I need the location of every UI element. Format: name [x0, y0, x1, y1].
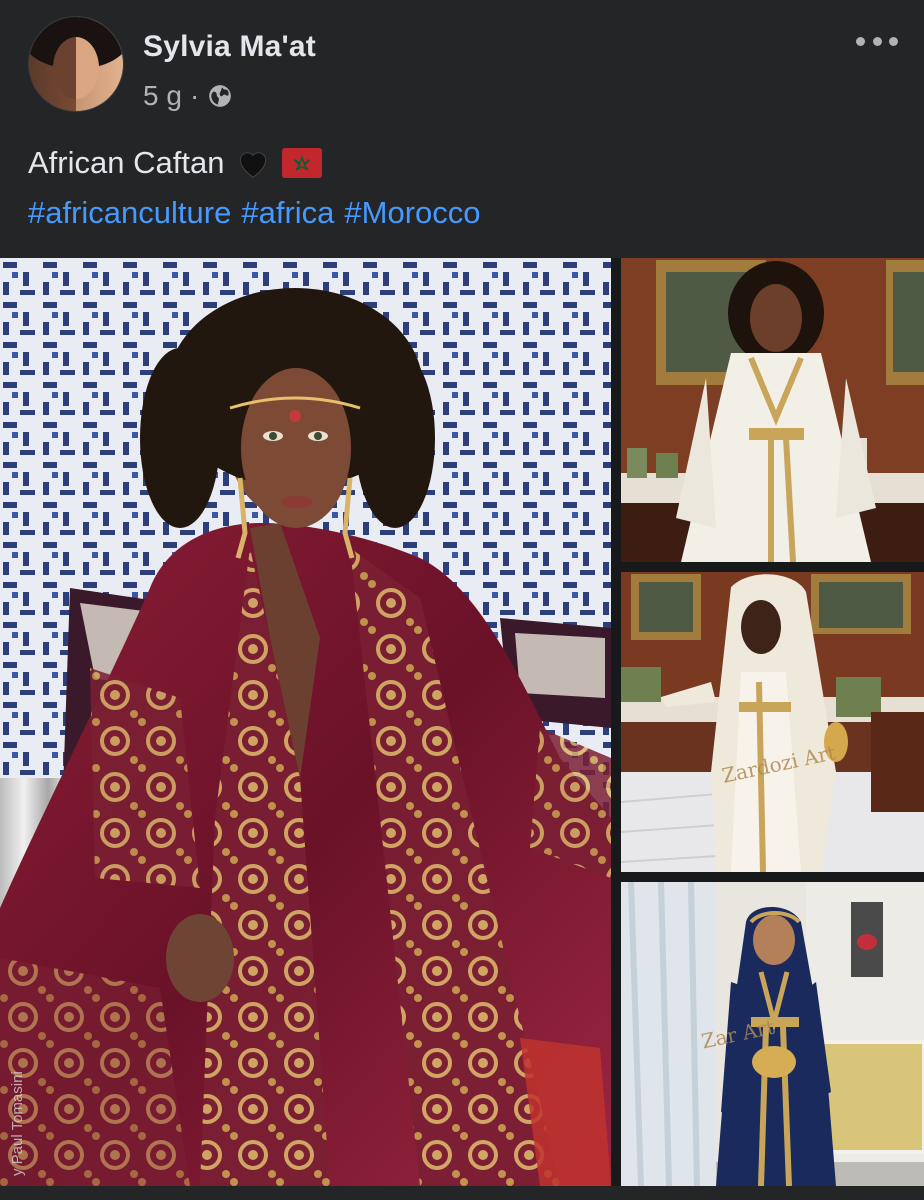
globe-icon[interactable]	[207, 83, 233, 109]
meta-separator: ·	[189, 80, 200, 111]
post-time[interactable]: 5 g	[143, 80, 182, 112]
hashtag-link[interactable]: #africa	[241, 188, 334, 238]
photo-ivory-caftan-veil[interactable]: Zardozi Art	[621, 572, 924, 872]
morocco-flag-icon	[282, 148, 323, 178]
hashtag-list: #africanculture #africa #Morocco	[28, 188, 898, 238]
hashtag-link[interactable]: #Morocco	[344, 188, 480, 238]
photo-credit-watermark: y Paul Tomasini	[9, 1071, 26, 1176]
post-meta: 5 g ·	[143, 80, 233, 112]
black-heart-icon	[240, 152, 267, 178]
post-header: Sylvia Ma'at 5 g ·	[0, 0, 924, 130]
hashtag-link[interactable]: #africanculture	[28, 188, 231, 238]
photo-gallery: y Paul Tomasini Zardozi Art Zar Art	[0, 258, 924, 1186]
caption-text: African Caftan	[28, 145, 225, 180]
author-name[interactable]: Sylvia Ma'at	[143, 30, 316, 64]
photo-navy-caftan[interactable]: Zar Art	[621, 882, 924, 1186]
photo-white-caftan[interactable]	[621, 258, 924, 562]
author-avatar[interactable]	[28, 16, 124, 112]
photo-main-red-caftan[interactable]: y Paul Tomasini	[0, 258, 611, 1186]
more-options-icon[interactable]	[856, 28, 898, 54]
caption-line: African Caftan	[28, 138, 898, 188]
post-caption: African Caftan #africanculture #africa #…	[28, 138, 898, 238]
post-footer-divider	[0, 1186, 924, 1200]
